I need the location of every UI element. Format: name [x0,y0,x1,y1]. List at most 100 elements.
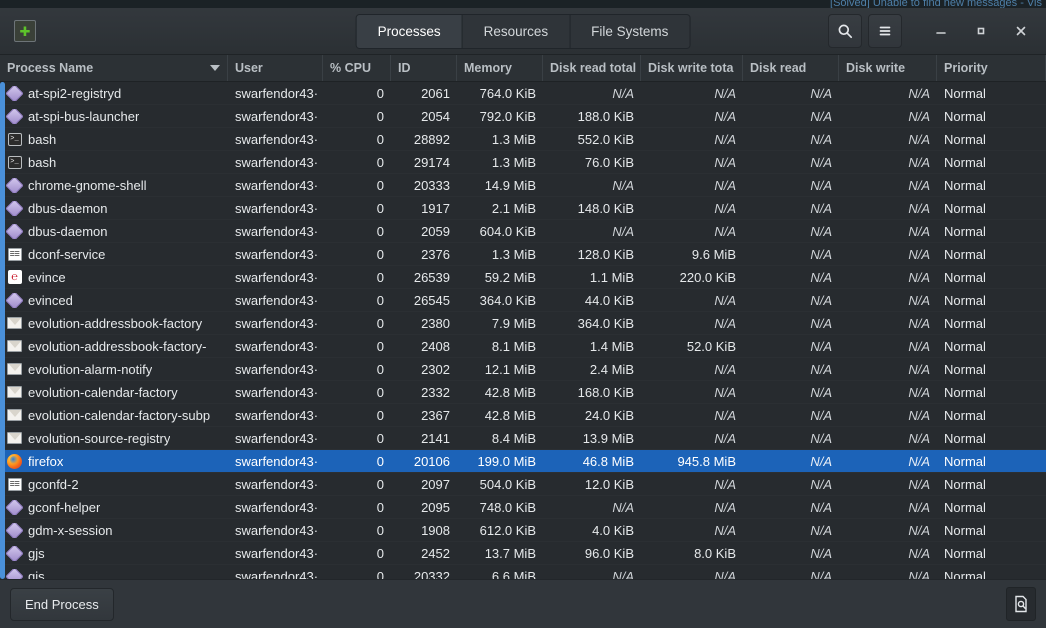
column-header-disk-write[interactable]: Disk write [839,55,937,81]
column-header-user[interactable]: User [228,55,323,81]
minimize-button[interactable] [924,14,958,48]
table-row[interactable]: ℮evinceswarfendor43·02653959.2 MiB1.1 Mi… [0,266,1046,289]
cell-disk-write: N/A [839,293,937,308]
table-row[interactable]: firefoxswarfendor43·020106199.0 MiB46.8 … [0,450,1046,473]
table-row[interactable]: gconf-helperswarfendor43·02095748.0 KiBN… [0,496,1046,519]
column-header-disk-read[interactable]: Disk read [743,55,839,81]
cell-cpu: 0 [323,247,391,262]
cell-disk-write-total: 52.0 KiB [641,339,743,354]
process-name-label: at-spi2-registryd [28,86,121,101]
cell-disk-read-total: 46.8 MiB [543,454,641,469]
tab-processes[interactable]: Processes [357,15,463,48]
cell-process-name: dbus-daemon [0,224,228,239]
cell-id: 2376 [391,247,457,262]
cell-id: 1908 [391,523,457,538]
cell-process-name: at-spi2-registryd [0,86,228,101]
cell-user: swarfendor43· [228,201,323,216]
column-header-label: Disk read [750,61,806,75]
column-header-id[interactable]: ID [391,55,457,81]
cell-id: 28892 [391,132,457,147]
table-row[interactable]: dbus-daemonswarfendor43·019172.1 MiB148.… [0,197,1046,220]
column-header-disk-read-total[interactable]: Disk read total [543,55,641,81]
table-row[interactable]: dbus-daemonswarfendor43·02059604.0 KiBN/… [0,220,1046,243]
cell-process-name: gjs [0,546,228,561]
close-button[interactable] [1004,14,1038,48]
document-search-button[interactable] [1006,587,1036,621]
table-row[interactable]: evolution-alarm-notifyswarfendor43·02302… [0,358,1046,381]
cell-memory: 14.9 MiB [457,178,543,193]
firefox-icon [7,454,22,469]
column-header-label: Disk read total [550,61,636,75]
generic-process-icon [7,86,22,101]
cell-cpu: 0 [323,362,391,377]
table-row[interactable]: chrome-gnome-shellswarfendor43·02033314.… [0,174,1046,197]
column-header-memory[interactable]: Memory [457,55,543,81]
table-column-headers[interactable]: Process NameUser% CPUIDMemory Disk read t… [0,55,1046,82]
column-header-priority[interactable]: Priority [937,55,1046,81]
cell-memory: 13.7 MiB [457,546,543,561]
table-row[interactable]: >_bashswarfendor43·0288921.3 MiB552.0 Ki… [0,128,1046,151]
tab-file-systems[interactable]: File Systems [570,15,689,48]
process-table[interactable]: at-spi2-registrydswarfendor43·02061764.0… [0,82,1046,579]
cell-cpu: 0 [323,270,391,285]
cell-memory: 12.1 MiB [457,362,543,377]
cell-disk-read: N/A [743,569,839,580]
cell-process-name: ☰☰dconf-service [0,247,228,262]
cell-id: 2452 [391,546,457,561]
column-header-disk-write-total[interactable]: Disk write tota [641,55,743,81]
end-process-button[interactable]: End Process [10,588,114,621]
generic-process-icon [7,569,22,580]
table-row[interactable]: evolution-source-registryswarfendor43·02… [0,427,1046,450]
cell-id: 2059 [391,224,457,239]
table-row[interactable]: evolution-addressbook-factory-swarfendor… [0,335,1046,358]
tab-resources[interactable]: Resources [463,15,571,48]
cell-disk-write-total: N/A [641,500,743,515]
cell-priority: Normal [937,408,1046,423]
cell-id: 2408 [391,339,457,354]
process-name-label: chrome-gnome-shell [28,178,147,193]
cell-disk-read-total: N/A [543,224,641,239]
view-tabs[interactable]: ProcessesResourcesFile Systems [356,14,691,49]
cell-process-name: >_bash [0,155,228,170]
process-name-label: gconf-helper [28,500,100,515]
cell-disk-write-total: N/A [641,431,743,446]
cell-disk-write-total: N/A [641,86,743,101]
maximize-button[interactable] [964,14,998,48]
cell-user: swarfendor43· [228,431,323,446]
cell-memory: 764.0 KiB [457,86,543,101]
table-row[interactable]: evincedswarfendor43·026545364.0 KiB44.0 … [0,289,1046,312]
table-row[interactable]: evolution-addressbook-factoryswarfendor4… [0,312,1046,335]
vertical-scrollbar[interactable] [0,82,5,579]
cell-cpu: 0 [323,477,391,492]
scrollbar-thumb[interactable] [0,82,5,579]
table-row[interactable]: ☰☰gconfd-2swarfendor43·02097504.0 KiB12.… [0,473,1046,496]
cell-user: swarfendor43· [228,155,323,170]
menu-button[interactable] [868,14,902,48]
cell-memory: 612.0 KiB [457,523,543,538]
table-row[interactable]: ☰☰dconf-serviceswarfendor43·023761.3 MiB… [0,243,1046,266]
table-row[interactable]: >_bashswarfendor43·0291741.3 MiB76.0 KiB… [0,151,1046,174]
cell-disk-write: N/A [839,109,937,124]
cell-disk-read: N/A [743,270,839,285]
column-header-cpu[interactable]: % CPU [323,55,391,81]
cell-id: 26545 [391,293,457,308]
table-row[interactable]: at-spi2-registrydswarfendor43·02061764.0… [0,82,1046,105]
system-monitor-icon: ✚ [14,20,36,42]
search-button[interactable] [828,14,862,48]
table-row[interactable]: evolution-calendar-factoryswarfendor43·0… [0,381,1046,404]
column-header-name[interactable]: Process Name [0,55,228,81]
cell-id: 2141 [391,431,457,446]
table-row[interactable]: gjsswarfendor43·0245213.7 MiB96.0 KiB8.0… [0,542,1046,565]
table-row[interactable]: gdm-x-sessionswarfendor43·01908612.0 KiB… [0,519,1046,542]
cell-disk-read: N/A [743,477,839,492]
table-row[interactable]: evolution-calendar-factory-subpswarfendo… [0,404,1046,427]
cell-disk-read-total: N/A [543,569,641,580]
cell-disk-write-total: N/A [641,569,743,580]
cell-disk-read-total: 552.0 KiB [543,132,641,147]
table-row[interactable]: at-spi-bus-launcherswarfendor43·02054792… [0,105,1046,128]
terminal-icon: >_ [7,155,22,170]
cell-memory: 2.1 MiB [457,201,543,216]
app-icon-glyph: ✚ [20,25,31,38]
table-row[interactable]: gjsswarfendor43·0203326.6 MiBN/AN/AN/AN/… [0,565,1046,579]
process-name-label: firefox [28,454,63,469]
